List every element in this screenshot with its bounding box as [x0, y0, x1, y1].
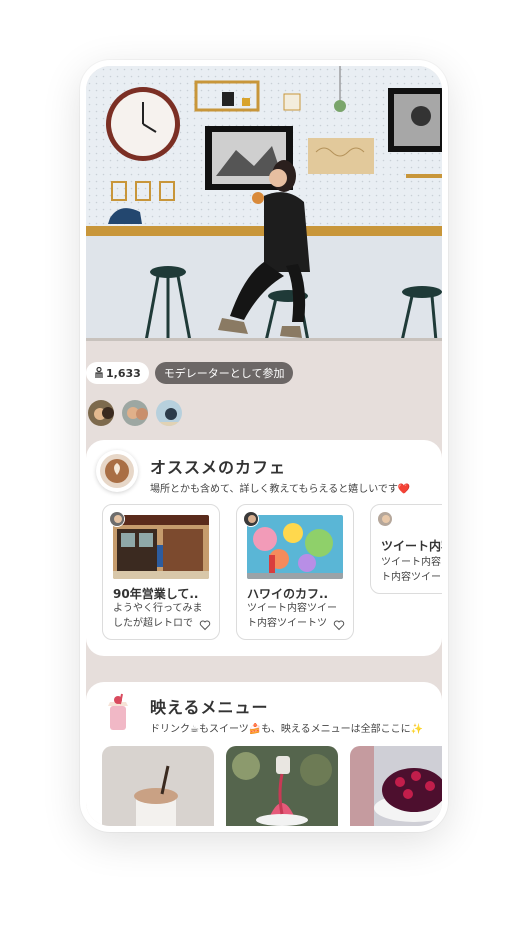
- phone-frame: 1,633 モデレーターとして参加 オススメのカフェ 場所とかも含めて、詳しく教…: [80, 60, 448, 832]
- post-title: ハワイのカフ..: [247, 587, 329, 601]
- latte-art-icon: [96, 450, 138, 492]
- author-avatar: [109, 511, 125, 527]
- post-title: ツイート内容: [381, 539, 442, 553]
- menu-photo[interactable]: [226, 746, 338, 826]
- section-title: オススメのカフェ: [150, 458, 287, 477]
- menu-photo[interactable]: [102, 746, 214, 826]
- post-thumbnail: [113, 515, 209, 579]
- menu-photo[interactable]: [350, 746, 442, 826]
- avatar[interactable]: [120, 398, 150, 428]
- post-card[interactable]: 90年営業して.. ようやく行ってみましたが超レトロで: [102, 504, 220, 640]
- moderator-join-button[interactable]: モデレーターとして参加: [154, 362, 294, 384]
- community-cover-image: [86, 66, 442, 341]
- milkshake-icon: [96, 692, 138, 734]
- post-title: 90年営業して..: [113, 587, 199, 601]
- member-count-badge: 1,633: [86, 362, 149, 384]
- post-card[interactable]: ツイート内容 ツイート内容ツイート内容ツイー: [370, 504, 442, 594]
- author-avatar: [377, 511, 393, 527]
- avatar[interactable]: [154, 398, 184, 428]
- post-carousel[interactable]: 90年営業して.. ようやく行ってみましたが超レトロで ハワイのカフ.. ツイー…: [102, 504, 442, 640]
- screen: 1,633 モデレーターとして参加 オススメのカフェ 場所とかも含めて、詳しく教…: [86, 66, 442, 826]
- member-avatars: [86, 398, 184, 428]
- post-body: ツイート内容ツイート内容ツイー: [381, 557, 442, 583]
- menu-photo-carousel[interactable]: [102, 746, 442, 826]
- recommended-cafe-section[interactable]: オススメのカフェ 場所とかも含めて、詳しく教えてもらえると嬉しいです❤️ 90年…: [86, 440, 442, 656]
- heart-icon[interactable]: [199, 619, 211, 631]
- post-thumbnail: [247, 515, 343, 579]
- avatar[interactable]: [86, 398, 116, 428]
- section-description: 場所とかも含めて、詳しく教えてもらえると嬉しいです❤️: [150, 484, 411, 495]
- author-avatar: [243, 511, 259, 527]
- person-icon: [95, 367, 103, 378]
- section-title: 映えるメニュー: [150, 698, 269, 717]
- post-card[interactable]: ハワイのカフ.. ツイート内容ツイート内容ツイートツ: [236, 504, 354, 640]
- member-count: 1,633: [106, 366, 141, 380]
- photogenic-menu-section[interactable]: 映えるメニュー ドリンク☕もスイーツ🍰も、映えるメニューは全部ここに✨: [86, 682, 442, 826]
- community-stats: 1,633 モデレーターとして参加: [86, 362, 294, 384]
- post-body: ツイート内容ツイート内容ツイートツ: [247, 603, 337, 629]
- heart-icon[interactable]: [333, 619, 345, 631]
- post-body: ようやく行ってみましたが超レトロで: [113, 603, 203, 629]
- section-description: ドリンク☕もスイーツ🍰も、映えるメニューは全部ここに✨: [150, 724, 424, 735]
